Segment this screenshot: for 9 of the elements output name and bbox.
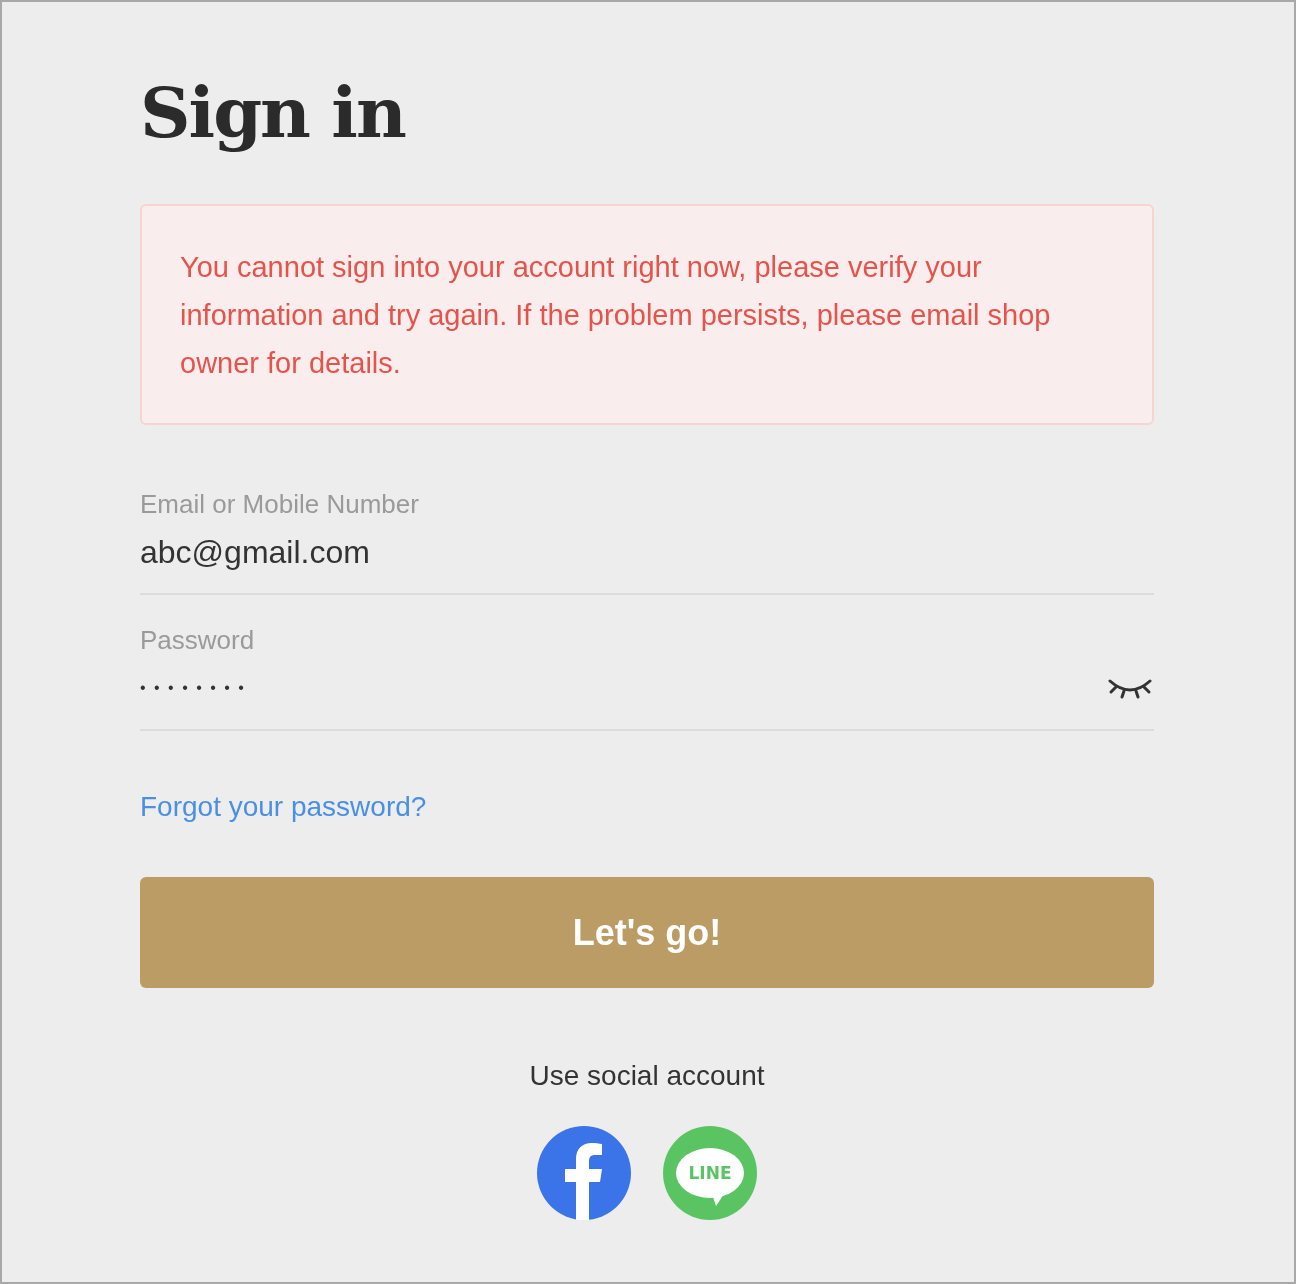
email-field[interactable]: abc@gmail.com (140, 528, 1154, 576)
error-message: You cannot sign into your account right now, please verify your information and try again. If the problem persists, please email shop owner for details. (180, 249, 1052, 381)
social-heading: Use social account (529, 1059, 765, 1093)
facebook-icon[interactable] (537, 1126, 631, 1220)
field-label: Email or Mobile Number (140, 488, 419, 521)
submit-button[interactable]: Let's go! (140, 877, 1154, 988)
field-label: Password (140, 624, 255, 657)
forgot-password-link[interactable]: Forgot your password? (140, 789, 427, 825)
password-field[interactable]: • • • • • • • • (140, 676, 1106, 700)
